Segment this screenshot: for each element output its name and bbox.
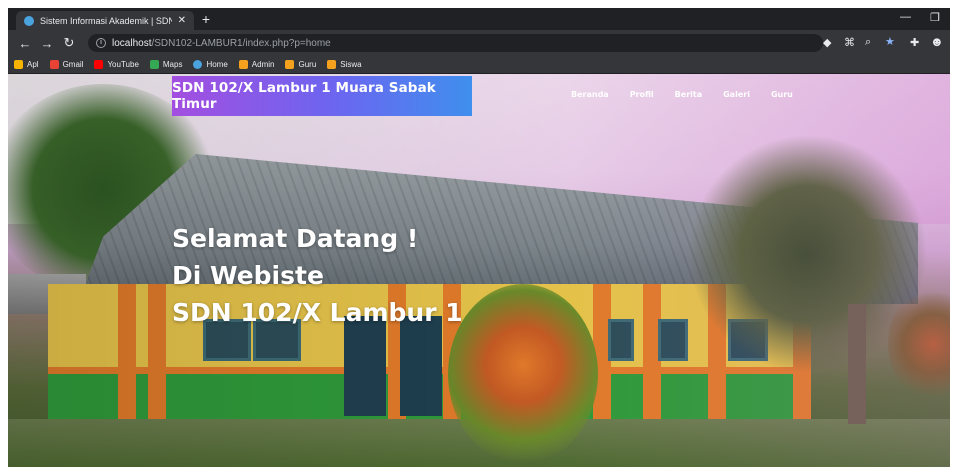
siswa-favicon-icon [327, 60, 337, 69]
bookmark-label: Apl [27, 60, 39, 69]
restore-icon[interactable]: ❐ [930, 11, 940, 24]
bookmark-star-icon[interactable]: ★ [885, 35, 895, 48]
hero-section: SDN 102/X Lambur 1 Muara Sabak Timur Ber… [8, 74, 950, 467]
youtube-icon [94, 60, 104, 69]
bookmark-label: Maps [162, 60, 183, 69]
bookmark-label: Siswa [340, 60, 362, 69]
hero-overlay [8, 74, 950, 467]
guru-favicon-icon [285, 60, 295, 69]
bookmark-youtube[interactable]: YouTube [94, 60, 139, 69]
site-nav: Beranda Profil Berita Galeri Guru [571, 90, 814, 99]
extensions-puzzle-icon[interactable]: ✚ [910, 36, 919, 49]
tab-title: Sistem Informasi Akademik | SDN [40, 15, 172, 26]
bookmark-guru[interactable]: Guru [285, 60, 316, 69]
hero-line-2: Di Webiste [172, 261, 324, 290]
hero-line-3: SDN 102/X Lambur 1 [172, 298, 463, 327]
bookmarks-bar: Apl Gmail YouTube Maps Home Admin Guru S… [8, 56, 950, 74]
bookmark-home[interactable]: Home [193, 60, 228, 69]
close-tab-icon[interactable]: ✕ [178, 15, 186, 26]
home-favicon-icon [193, 60, 203, 69]
nav-beranda[interactable]: Beranda [571, 90, 609, 99]
translate-icon[interactable]: ⌘ [844, 36, 855, 49]
site-favicon-icon [24, 15, 34, 26]
browser-toolbar: ← → ↻ i localhost /SDN102-LAMBUR1/index.… [8, 30, 950, 56]
bookmark-gmail[interactable]: Gmail [49, 60, 84, 69]
nav-profil[interactable]: Profil [630, 90, 654, 99]
forward-icon[interactable]: → [36, 36, 58, 51]
address-bar[interactable]: i localhost /SDN102-LAMBUR1/index.php?p=… [88, 34, 823, 52]
nav-berita[interactable]: Berita [675, 90, 702, 99]
bookmark-siswa[interactable]: Siswa [327, 60, 362, 69]
bookmark-label: YouTube [107, 60, 139, 69]
gmail-icon [49, 60, 59, 69]
tab-strip: Sistem Informasi Akademik | SDN ✕ + — ❐ [8, 8, 950, 30]
admin-favicon-icon [238, 60, 248, 69]
bookmark-admin[interactable]: Admin [238, 60, 275, 69]
browser-tab[interactable]: Sistem Informasi Akademik | SDN ✕ [16, 11, 194, 30]
profile-avatar-icon[interactable]: ☻ [930, 34, 944, 49]
bookmark-label: Gmail [62, 60, 84, 69]
site-info-icon[interactable]: i [96, 38, 106, 48]
back-icon[interactable]: ← [14, 36, 36, 51]
apps-grid-icon [14, 60, 23, 69]
bookmark-maps[interactable]: Maps [149, 60, 183, 69]
maps-icon [149, 60, 159, 69]
hero-heading: Selamat Datang ! Di Webiste SDN 102/X La… [172, 220, 463, 331]
bookmark-apl[interactable]: Apl [14, 60, 39, 69]
browser-window: Sistem Informasi Akademik | SDN ✕ + — ❐ … [8, 8, 950, 467]
hero-line-1: Selamat Datang ! [172, 224, 419, 253]
nav-guru[interactable]: Guru [771, 90, 793, 99]
url-host: localhost [112, 37, 152, 49]
bookmark-label: Guru [298, 60, 317, 69]
minimize-icon[interactable]: — [900, 11, 911, 23]
site-brand-text: SDN 102/X Lambur 1 Muara Sabak Timur [172, 80, 436, 112]
url-path: /SDN102-LAMBUR1/index.php?p=home [151, 37, 331, 49]
new-tab-button[interactable]: + [198, 11, 214, 27]
bookmark-label: Admin [251, 60, 275, 69]
reload-icon[interactable]: ↻ [58, 35, 80, 51]
site-brand[interactable]: SDN 102/X Lambur 1 Muara Sabak Timur [172, 76, 472, 116]
extension-icon[interactable]: ◆ [823, 36, 831, 49]
bookmark-label: Home [206, 60, 228, 69]
zoom-icon[interactable]: ⌕ [865, 36, 871, 49]
nav-galeri[interactable]: Galeri [723, 90, 750, 99]
